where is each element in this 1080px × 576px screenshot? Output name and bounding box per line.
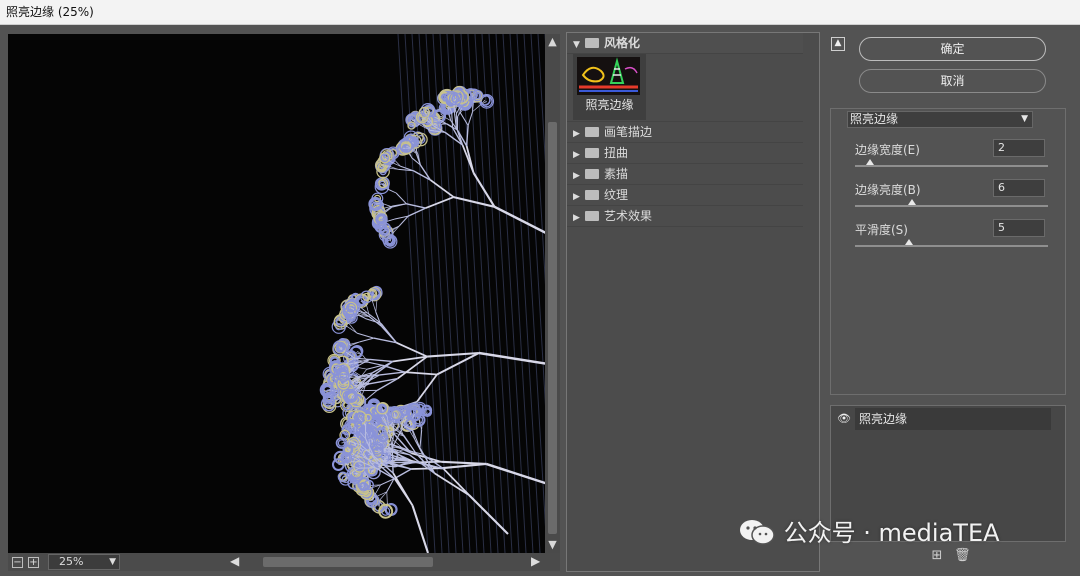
effect-layer-name: 照亮边缘 (855, 408, 1051, 430)
new-effect-layer-icon[interactable]: ⊞ (930, 549, 944, 563)
filter-settings-panel: 照亮边缘 ▼ 边缘宽度(E) 2 边缘亮度(B) 6 平滑度(S) 5 (830, 108, 1066, 395)
param-edge-brightness: 边缘亮度(B) 6 (855, 179, 1051, 213)
edge-width-slider-track[interactable] (855, 165, 1048, 167)
triangle-right-icon: ▶ (573, 129, 580, 139)
param-label: 边缘亮度(B) (855, 183, 921, 197)
folder-icon (585, 127, 599, 137)
category-label: 画笔描边 (604, 125, 653, 139)
edge-width-slider-handle[interactable] (865, 159, 874, 165)
trash-icon[interactable]: 🗑 (954, 549, 971, 563)
horizontal-scroll-thumb[interactable] (263, 557, 433, 567)
param-edge-width: 边缘宽度(E) 2 (855, 139, 1051, 173)
zoom-out-button[interactable]: − (12, 557, 23, 568)
filter-select-value: 照亮边缘 (850, 112, 899, 126)
edge-brightness-slider-track[interactable] (855, 205, 1048, 207)
param-label: 边缘宽度(E) (855, 143, 920, 157)
triangle-right-icon: ▶ (573, 213, 580, 223)
category-sketch[interactable]: ▶ 素描 (567, 164, 803, 185)
triangle-right-icon: ▶ (573, 171, 580, 181)
triangle-right-icon: ▶ (573, 150, 580, 160)
chevron-up-icon: ▲ (834, 38, 842, 48)
watermark-text: 公众号 · mediaTEA (783, 519, 1000, 547)
ok-button[interactable]: 确定 (859, 37, 1046, 61)
effect-layer-item[interactable]: 👁 照亮边缘 (833, 408, 1053, 430)
preview-image (319, 34, 545, 553)
scroll-down-icon[interactable]: ▼ (547, 539, 558, 551)
window-title: 照亮边缘 (25%) (0, 0, 1080, 25)
edge-brightness-input[interactable]: 6 (993, 179, 1045, 197)
edge-brightness-slider-handle[interactable] (908, 199, 916, 205)
category-label: 素描 (604, 167, 629, 181)
vertical-scroll-thumb[interactable] (548, 122, 557, 534)
zoom-select[interactable]: 25% ▼ (48, 554, 120, 570)
triangle-right-icon: ▶ (573, 192, 580, 202)
triangle-down-icon: ▼ (573, 40, 580, 50)
preview-vertical-scrollbar[interactable]: ▲ ▼ (545, 34, 560, 553)
edge-width-input[interactable]: 2 (993, 139, 1045, 157)
category-artistic[interactable]: ▶ 艺术效果 (567, 206, 803, 227)
filter-thumb-glowing-edges[interactable]: 照亮边缘 (573, 54, 646, 120)
filter-thumbnails: 照亮边缘 (567, 54, 803, 122)
smoothness-slider-handle[interactable] (905, 239, 914, 245)
filter-thumbnail-image (577, 57, 640, 95)
folder-icon (585, 169, 599, 179)
folder-icon (585, 190, 599, 200)
category-label: 风格化 (604, 36, 641, 50)
category-distort[interactable]: ▶ 扭曲 (567, 143, 803, 164)
category-brush-strokes[interactable]: ▶ 画笔描边 (567, 122, 803, 143)
wechat-icon (740, 520, 775, 545)
category-texture[interactable]: ▶ 纹理 (567, 185, 803, 206)
filter-gallery: ▼ 风格化 照亮边缘 ▶ 画笔描边 ▶ 扭曲 ▶ 素描 ▶ 纹理 ▶ 艺术效果 (566, 32, 820, 572)
preview-canvas[interactable] (8, 34, 545, 553)
smoothness-input[interactable]: 5 (993, 219, 1045, 237)
param-smoothness: 平滑度(S) 5 (855, 219, 1051, 253)
filter-thumb-label: 照亮边缘 (585, 98, 634, 112)
chevron-down-icon: ▼ (109, 557, 116, 567)
folder-icon (585, 38, 599, 48)
category-stylize[interactable]: ▼ 风格化 (567, 33, 803, 54)
scroll-left-icon[interactable]: ◀ (230, 554, 239, 568)
filter-select[interactable]: 照亮边缘 ▼ (847, 111, 1033, 128)
smoothness-slider-track[interactable] (855, 245, 1048, 247)
param-label: 平滑度(S) (855, 223, 908, 237)
scroll-right-icon[interactable]: ▶ (531, 554, 540, 568)
category-label: 纹理 (604, 188, 629, 202)
cancel-button[interactable]: 取消 (859, 69, 1046, 93)
zoom-in-button[interactable]: + (28, 557, 39, 568)
minus-box-icon: − (13, 557, 22, 568)
folder-icon (585, 211, 599, 221)
category-label: 艺术效果 (604, 209, 653, 223)
zoom-value: 25% (59, 555, 84, 568)
folder-icon (585, 148, 599, 158)
category-label: 扭曲 (604, 146, 629, 160)
collapse-gallery-button[interactable]: ▲ (831, 37, 845, 51)
chevron-down-icon: ▼ (1021, 114, 1028, 124)
watermark: 公众号 · mediaTEA (738, 516, 1000, 550)
scroll-up-icon[interactable]: ▲ (547, 36, 558, 48)
plus-box-icon: + (29, 557, 38, 568)
preview-bottom-bar: − + 25% ▼ ◀ ▶ (8, 553, 560, 571)
eye-icon[interactable]: 👁 (837, 412, 851, 426)
